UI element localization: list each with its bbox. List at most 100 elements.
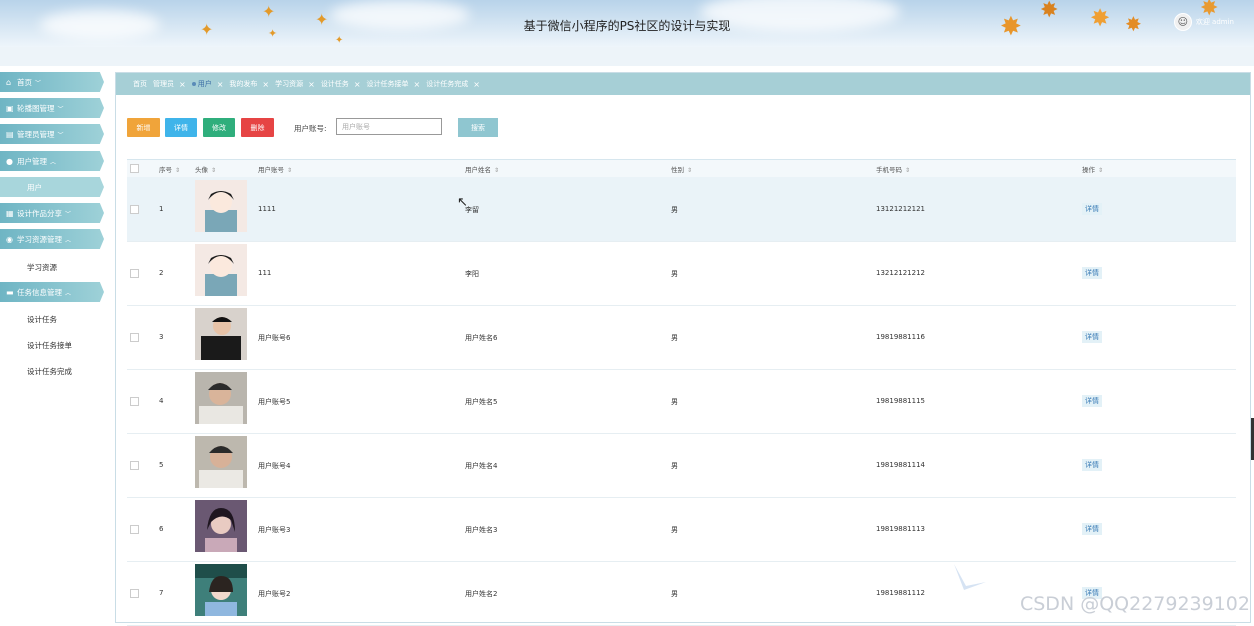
sidebar-subitem-resource[interactable]: 学习资源 [27,262,57,273]
tab-bar: 首页 管理员 × 用户 × 我的发布 × 学习资源 × 设计任务 × 设计任务接单 × 设计… [116,73,1250,95]
header-label: 用户账号 [258,166,284,174]
grid-icon: ▦ [6,208,14,218]
row-checkbox[interactable] [130,525,139,534]
sort-icon: ⇕ [494,167,500,174]
row-checkbox[interactable] [130,461,139,470]
row-account: 用户账号4 [258,462,291,470]
row-no: 4 [159,397,164,405]
tab-label: 设计任务完成 [426,80,469,88]
close-icon[interactable]: × [217,80,224,89]
briefcase-icon: ▬ [6,287,14,297]
table-row[interactable]: 3 用户账号6 用户姓名6 男 19819881116 详情 [127,305,1236,370]
row-checkbox[interactable] [130,333,139,342]
table-row[interactable]: 2 111 李阳 男 13212121212 详情 [127,241,1236,306]
delete-button[interactable]: 删除 [241,118,274,137]
col-header-account[interactable]: 用户账号 ⇕ [258,164,292,174]
sidebar-item-label: 首页 [17,77,32,87]
sidebar-item-works[interactable]: ▦ 设计作品分享 ﹀ [0,203,104,223]
col-header-phone[interactable]: 手机号码 ⇕ [876,164,910,174]
row-name: 用户姓名2 [465,590,498,598]
table-row[interactable]: 4 用户账号5 用户姓名5 男 19819881115 详情 [127,369,1236,434]
search-button[interactable]: 搜索 [458,118,498,137]
close-icon[interactable]: × [262,80,269,89]
col-header-name[interactable]: 用户姓名 ⇕ [465,164,499,174]
sidebar-item-carousel[interactable]: ▣ 轮播图管理 ﹀ [0,98,104,118]
header-label: 操作 [1082,166,1095,174]
add-button[interactable]: 新增 [127,118,160,137]
row-no: 3 [159,333,164,341]
row-detail-button[interactable]: 详情 [1082,203,1102,215]
row-checkbox[interactable] [130,589,139,598]
sidebar-subitem-task[interactable]: 设计任务 [27,314,57,325]
select-all-checkbox[interactable] [130,164,139,173]
row-account: 111 [258,269,272,277]
row-detail-button[interactable]: 详情 [1082,523,1102,535]
col-header-gender[interactable]: 性别 ⇕ [671,164,692,174]
close-icon[interactable]: × [414,80,421,89]
user-menu[interactable]: ☺ 欢迎 admin [1173,13,1234,31]
welcome-text: 欢迎 admin [1195,18,1234,26]
tab-admin[interactable]: 管理员 × [153,79,186,89]
sidebar-subitem-task-done[interactable]: 设计任务完成 [27,366,72,377]
edit-button[interactable]: 修改 [203,118,235,137]
sidebar-item-admins[interactable]: ▤ 管理员管理 ﹀ [0,124,104,144]
sidebar-item-resources[interactable]: ◉ 学习资源管理 ︿ [0,229,104,249]
close-icon[interactable]: × [179,80,186,89]
col-header-avatar[interactable]: 头像 ⇕ [195,164,216,174]
sidebar-item-label: 轮播图管理 [17,103,55,113]
sidebar-subitem-user[interactable]: 用户 [0,177,104,197]
close-icon[interactable]: × [354,80,361,89]
row-detail-button[interactable]: 详情 [1082,459,1102,471]
tab-task-done[interactable]: 设计任务完成 × [426,79,480,89]
col-header-action[interactable]: 操作 ⇕ [1082,164,1103,174]
row-checkbox[interactable] [130,269,139,278]
close-icon[interactable]: × [308,80,315,89]
tab-resources[interactable]: 学习资源 × [275,79,315,89]
tab-my-posts[interactable]: 我的发布 × [229,79,269,89]
tab-home[interactable]: 首页 [133,79,147,89]
book-icon: ◉ [6,234,13,244]
row-phone: 13121212121 [876,205,925,213]
sidebar-item-tasks[interactable]: ▬ 任务信息管理 ︿ [0,282,104,302]
table-row[interactable]: 5 用户账号4 用户姓名4 男 19819881114 详情 [127,433,1236,498]
row-detail-button[interactable]: 详情 [1082,395,1102,407]
header-label: 性别 [671,166,684,174]
row-phone: 19819881114 [876,461,925,469]
image-icon: ▣ [6,103,14,113]
row-detail-button[interactable]: 详情 [1082,331,1102,343]
row-no: 7 [159,589,164,597]
user-icon: ● [6,156,13,166]
row-name: 用户姓名6 [465,334,498,342]
avatar-image [195,564,247,616]
page-title: 基于微信小程序的PS社区的设计与实现 [523,19,731,33]
row-checkbox[interactable] [130,397,139,406]
sidebar-item-users[interactable]: ● 用户管理 ︿ [0,151,104,171]
account-search-input[interactable]: 用户账号 [336,118,442,135]
chevron-up-icon: ︿ [65,289,72,297]
row-account: 用户账号6 [258,334,291,342]
tab-tasks[interactable]: 设计任务 × [321,79,361,89]
sidebar-item-label: 管理员管理 [17,129,55,139]
row-checkbox[interactable] [130,205,139,214]
row-no: 5 [159,461,164,469]
tab-user[interactable]: 用户 × [191,79,224,89]
tab-label: 设计任务接单 [366,80,409,88]
row-name: 李阳 [465,270,479,278]
table-header: 序号 ⇕ 头像 ⇕ 用户账号 ⇕ 用户姓名 ⇕ 性别 ⇕ 手机号码 ⇕ 操作 ⇕ [127,159,1236,178]
close-icon[interactable]: × [473,80,480,89]
detail-button[interactable]: 详情 [165,118,197,137]
avatar-image [195,180,247,232]
sort-icon: ⇕ [175,167,181,174]
row-detail-button[interactable]: 详情 [1082,267,1102,279]
sidebar-subitem-task-accept[interactable]: 设计任务接单 [27,340,72,351]
chevron-down-icon: ﹀ [57,105,64,113]
table-row[interactable]: 6 用户账号3 用户姓名3 男 19819881113 详情 [127,497,1236,562]
tab-label: 我的发布 [229,80,258,88]
sidebar-item-home[interactable]: ⌂ 首页 ﹀ [0,72,104,92]
chevron-down-icon: ﹀ [35,79,42,87]
col-header-no[interactable]: 序号 ⇕ [159,164,180,174]
tab-task-accept[interactable]: 设计任务接单 × [367,79,421,89]
account-filter-label: 用户账号: [294,124,327,133]
table-row[interactable]: 1 1111 李留 男 13121212121 详情 [127,177,1236,242]
sort-icon: ⇕ [1098,167,1104,174]
